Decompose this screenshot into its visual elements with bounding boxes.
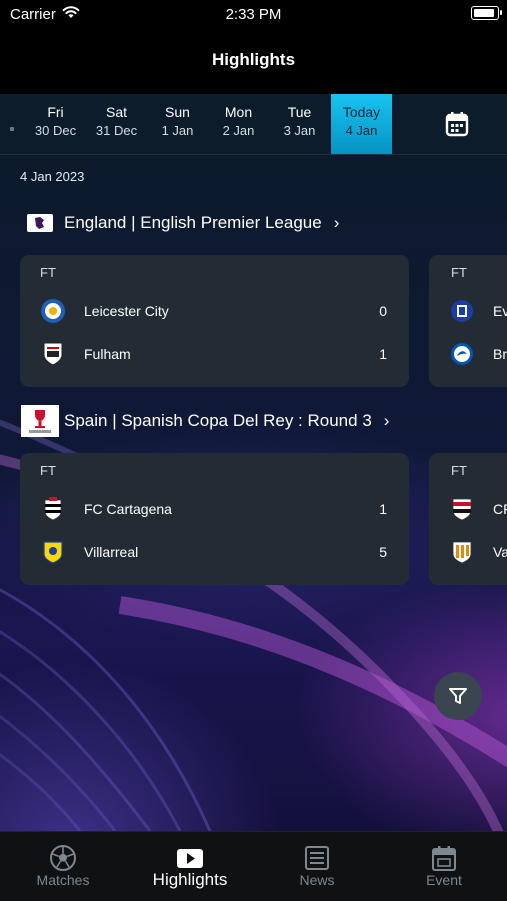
tab-news[interactable]: News [254,832,380,901]
valencia-crest-icon [449,539,475,565]
tab-highlights[interactable]: Highlights [127,832,253,901]
match-card-leicester-fulham[interactable]: FT Leicester City 0 Fulham 1 [20,255,409,387]
match-status: FT [451,463,467,478]
away-team: Va [449,537,507,567]
tab-event[interactable]: Event [381,832,507,901]
home-team: CF [449,494,507,524]
chevron-right-icon: › [333,213,340,232]
league-header-premier-league[interactable]: England | English Premier League › [20,207,339,239]
date-number-label: 4 Jan [345,123,378,138]
date-number-label: 1 Jan [161,123,194,138]
highlights-list[interactable]: 4 Jan 2023 England | English Premier Lea… [0,155,507,831]
league-header-copa-del-rey[interactable]: Spain | Spanish Copa Del Rey : Round 3 › [20,405,389,437]
tab-label: News [299,872,335,888]
tab-label: Matches [36,872,90,888]
home-team: Ev [449,296,507,326]
away-team: Br [449,339,507,369]
leicester-city-crest-icon [40,298,66,324]
tab-label: Highlights [152,870,228,889]
calendar-icon [432,846,456,871]
away-score: 5 [379,544,387,560]
date-number-label: 31 Dec [95,123,138,138]
date-day-label: Fri [47,104,64,120]
match-status: FT [40,265,56,280]
team-name: Leicester City [84,303,169,319]
filter-icon [449,688,467,704]
date-day-label: Sun [165,104,190,120]
date-item-today[interactable]: Today 4 Jan [331,94,392,154]
team-name: CF [493,501,507,517]
league-title: Spain | Spanish Copa Del Rey : Round 3 [64,411,372,430]
home-score: 0 [379,303,387,319]
premier-league-logo [20,207,60,239]
fulham-crest-icon [40,341,66,367]
villarreal-crest-icon [40,539,66,565]
news-icon [305,846,329,870]
team-name: Ev [493,303,507,319]
chevron-right-icon: › [383,411,390,430]
date-day-label: Mon [224,104,253,120]
league-title: England | English Premier League [64,213,322,232]
date-item-mon[interactable]: Mon 2 Jan [208,94,269,154]
status-bar: Carrier 2:33 PM [0,0,507,28]
match-card-partial[interactable]: FT CF Va [429,453,507,585]
soccer-ball-icon [50,845,76,871]
date-number-label: 2 Jan [222,123,255,138]
everton-crest-icon [449,298,475,324]
filter-button[interactable] [434,672,482,720]
home-score: 1 [379,501,387,517]
date-item-tue[interactable]: Tue 3 Jan [269,94,330,154]
date-strip[interactable]: Fri 30 Dec Sat 31 Dec Sun 1 Jan Mon 2 Ja… [0,94,507,155]
date-item-fri[interactable]: Fri 30 Dec [25,94,86,154]
away-team: Fulham [40,339,131,369]
away-team: Villarreal [40,537,138,567]
date-day-label: Sat [105,104,127,120]
play-icon [177,849,203,868]
battery-icon [471,6,502,20]
tab-bar: Matches Highlights News Event [0,831,507,901]
match-card-cartagena-villarreal[interactable]: FT FC Cartagena 1 Villarreal 5 [20,453,409,585]
date-day-label: Tue [287,104,312,120]
date-item-sun[interactable]: Sun 1 Jan [147,94,208,154]
current-date-label: 4 Jan 2023 [20,169,85,184]
team-name: Va [493,544,507,560]
calendar-picker-icon[interactable] [445,111,469,137]
tab-matches[interactable]: Matches [0,832,126,901]
match-card-partial[interactable]: FT Ev Br [429,255,507,387]
date-number-label: 30 Dec [34,123,77,138]
nav-bar: Highlights [0,28,507,94]
team-name: FC Cartagena [84,501,172,517]
clock: 2:33 PM [225,6,282,23]
tab-label: Event [426,872,462,888]
away-score: 1 [379,346,387,362]
club-crest-icon [449,496,475,522]
date-number-label: 3 Jan [283,123,316,138]
fc-cartagena-crest-icon [40,496,66,522]
home-team: FC Cartagena [40,494,172,524]
scroll-edge-indicator [10,127,14,131]
match-status: FT [451,265,467,280]
copa-del-rey-logo [20,405,60,437]
team-name: Fulham [84,346,131,362]
team-name: Br [493,346,507,362]
home-team: Leicester City [40,296,169,326]
date-day-label: Today [342,104,381,120]
date-item-sat[interactable]: Sat 31 Dec [86,94,147,154]
match-status: FT [40,463,56,478]
page-title: Highlights [211,50,296,69]
brighton-crest-icon [449,341,475,367]
team-name: Villarreal [84,544,139,560]
